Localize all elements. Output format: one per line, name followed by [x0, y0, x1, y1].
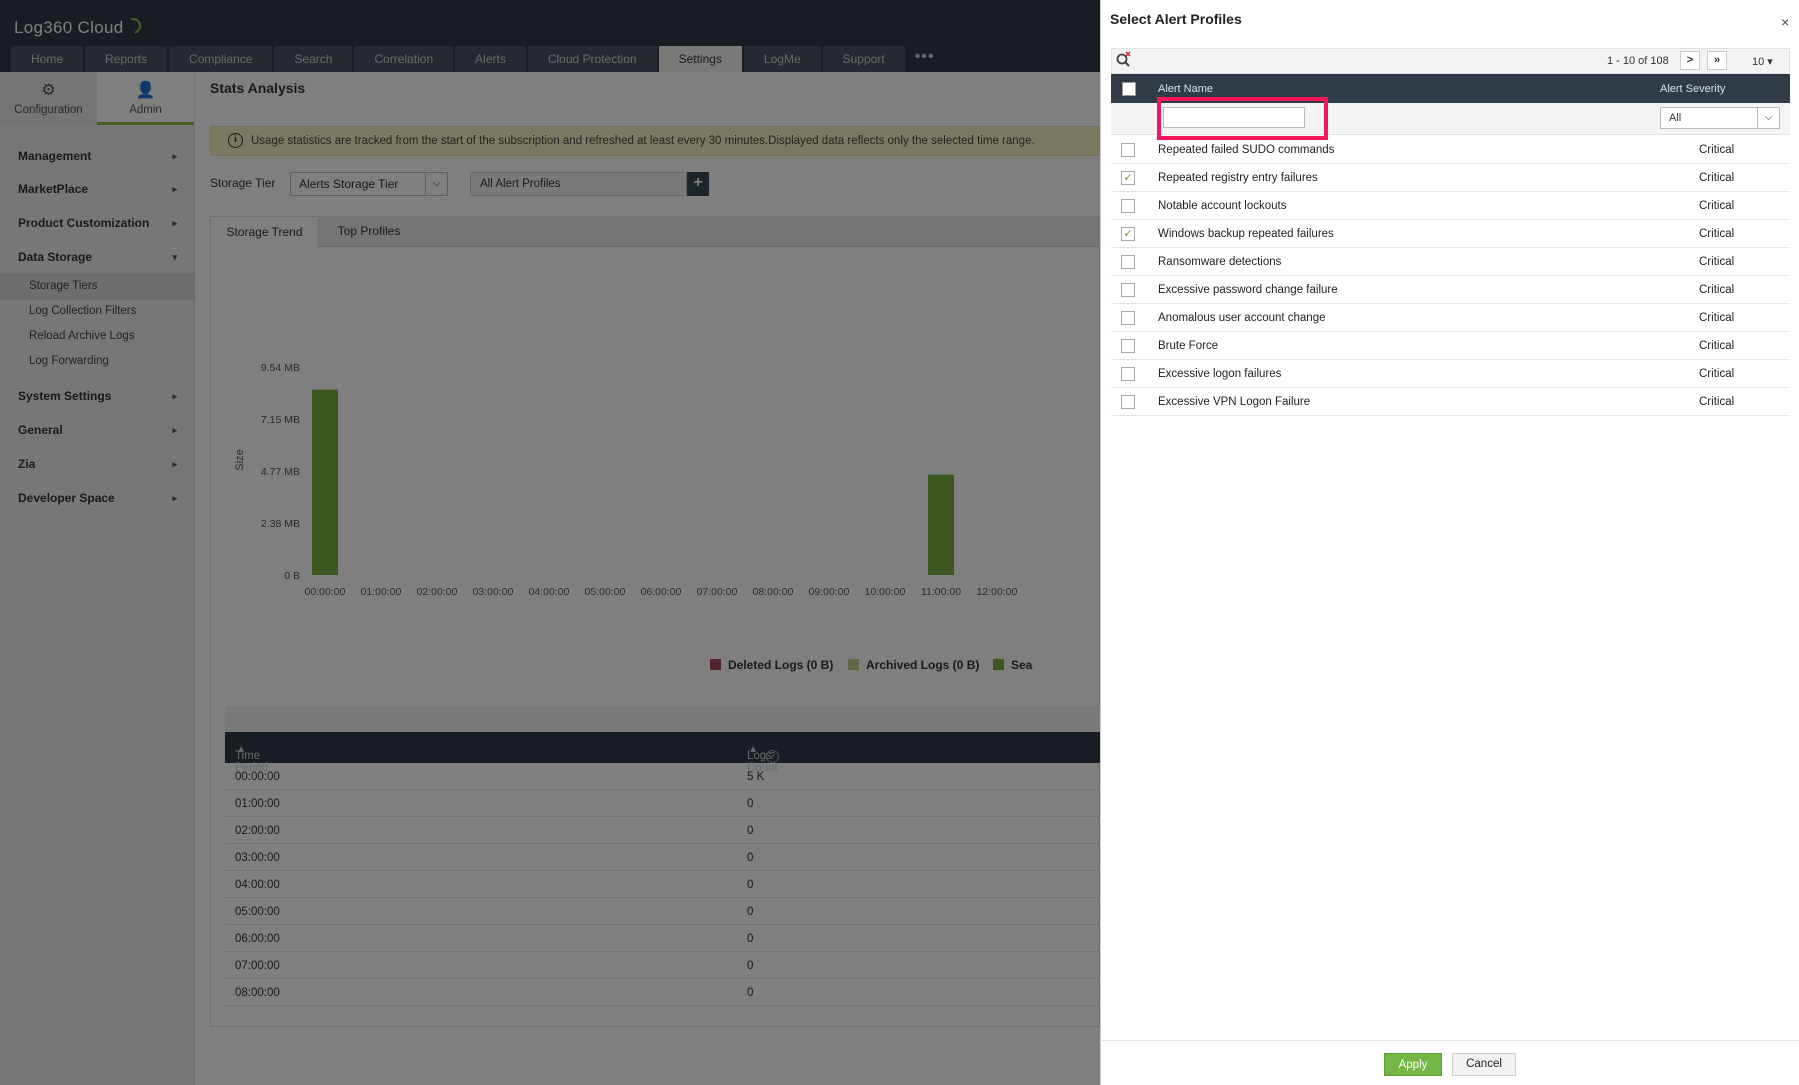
alert-severity: Critical	[1699, 200, 1735, 212]
alert-severity: Critical	[1699, 368, 1735, 380]
close-icon[interactable]: ×	[1781, 14, 1789, 30]
cancel-button[interactable]: Cancel	[1452, 1053, 1516, 1076]
list-item[interactable]: Notable account lockouts Critical	[1111, 192, 1790, 220]
highlight-box	[1157, 97, 1328, 140]
alert-severity: Critical	[1699, 312, 1735, 324]
alert-severity: Critical	[1699, 340, 1735, 352]
alert-name: Notable account lockouts	[1158, 200, 1287, 212]
list-item[interactable]: ✓ Repeated registry entry failures Critica…	[1111, 164, 1790, 192]
alert-name: Excessive VPN Logon Failure	[1158, 396, 1311, 408]
alert-severity: Critical	[1699, 144, 1735, 156]
list-item[interactable]: Excessive VPN Logon Failure Critical	[1111, 388, 1790, 416]
alert-severity: Critical	[1699, 284, 1735, 296]
row-checkbox[interactable]	[1121, 395, 1135, 409]
dialog-footer	[1100, 1040, 1799, 1085]
alert-name: Repeated failed SUDO commands	[1158, 144, 1335, 156]
list-item[interactable]: Repeated failed SUDO commands Critical	[1111, 136, 1790, 164]
row-checkbox[interactable]	[1121, 339, 1135, 353]
severity-filter-select[interactable]: All ⌵	[1660, 107, 1780, 129]
list-item[interactable]: Brute Force Critical	[1111, 332, 1790, 360]
row-checkbox[interactable]: ✓	[1121, 171, 1135, 185]
search-clear-icon[interactable]	[1115, 51, 1133, 69]
row-checkbox[interactable]	[1121, 283, 1135, 297]
apply-button[interactable]: Apply	[1384, 1053, 1442, 1076]
row-checkbox[interactable]	[1121, 255, 1135, 269]
next-page-button[interactable]: >	[1680, 51, 1700, 70]
alert-name: Excessive password change failure	[1158, 284, 1338, 296]
row-checkbox[interactable]	[1121, 367, 1135, 381]
col-alert-severity[interactable]: Alert Severity	[1660, 83, 1725, 95]
alert-severity: Critical	[1699, 256, 1735, 268]
last-page-button[interactable]: »	[1707, 51, 1727, 70]
alert-name: Ransomware detections	[1158, 256, 1282, 268]
modal-backdrop[interactable]	[0, 0, 1100, 1085]
alert-name: Windows backup repeated failures	[1158, 228, 1334, 240]
list-item[interactable]: Excessive logon failures Critical	[1111, 360, 1790, 388]
alert-severity: Critical	[1699, 172, 1735, 184]
list-item[interactable]: Excessive password change failure Critica…	[1111, 276, 1790, 304]
alert-name: Anomalous user account change	[1158, 312, 1326, 324]
row-checkbox[interactable]: ✓	[1121, 227, 1135, 241]
list-item[interactable]: ✓ Windows backup repeated failures Critica…	[1111, 220, 1790, 248]
dialog-title: Select Alert Profiles	[1110, 11, 1242, 27]
row-checkbox[interactable]	[1121, 199, 1135, 213]
chevron-down-icon: ⌵	[1757, 108, 1779, 128]
alert-name: Brute Force	[1158, 340, 1219, 352]
alert-severity: Critical	[1699, 396, 1735, 408]
alert-name: Excessive logon failures	[1158, 368, 1282, 380]
list-item[interactable]: Ransomware detections Critical	[1111, 248, 1790, 276]
per-page-select[interactable]: 10 ▾	[1752, 55, 1773, 68]
select-all-checkbox[interactable]	[1122, 82, 1136, 96]
alert-severity: Critical	[1699, 228, 1735, 240]
alert-name: Repeated registry entry failures	[1158, 172, 1318, 184]
pagination-info: 1 - 10 of 108	[1607, 55, 1669, 67]
col-alert-name[interactable]: Alert Name	[1158, 83, 1213, 95]
row-checkbox[interactable]	[1121, 143, 1135, 157]
list-item[interactable]: Anomalous user account change Critical	[1111, 304, 1790, 332]
row-checkbox[interactable]	[1121, 311, 1135, 325]
